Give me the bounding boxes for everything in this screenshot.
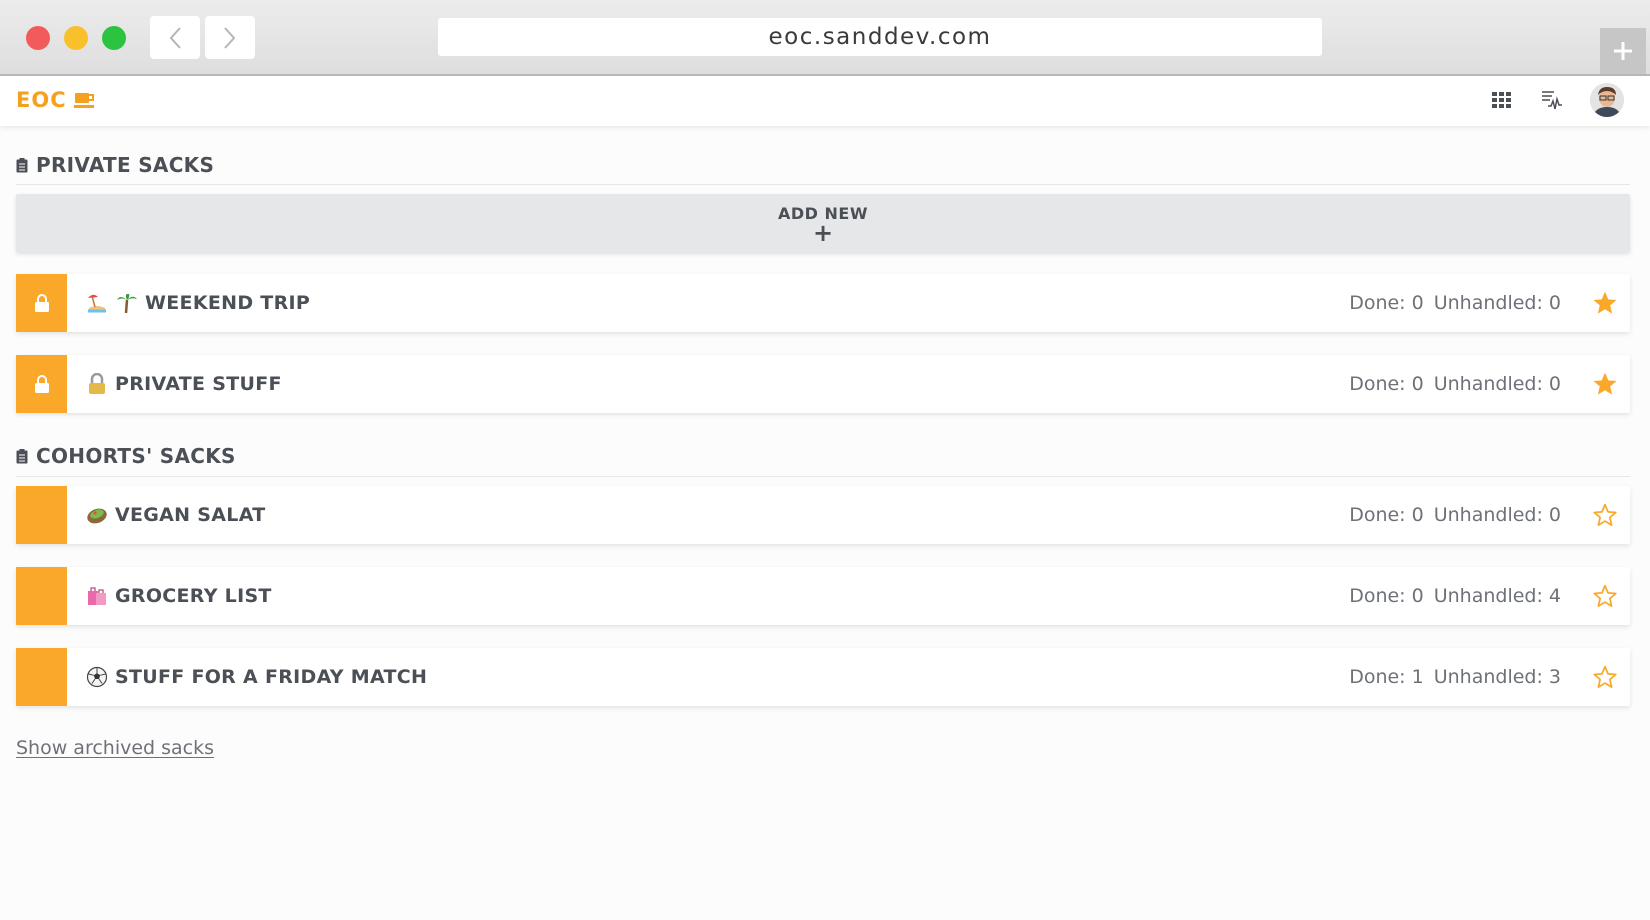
sack-emoji	[86, 372, 108, 396]
sack-name: PRIVATE STUFF	[115, 373, 282, 395]
new-tab-button[interactable]	[1600, 28, 1646, 74]
divider	[16, 476, 1630, 477]
back-button[interactable]	[150, 16, 200, 59]
star-outline-icon[interactable]	[1592, 664, 1618, 690]
private-sacks-heading: PRIVATE SACKS	[16, 153, 214, 177]
sack-color-tag	[16, 274, 67, 332]
section-title-text: COHORTS' SACKS	[36, 444, 236, 468]
divider	[16, 184, 1630, 185]
logo-text: EOC	[16, 88, 67, 112]
star-outline-icon[interactable]	[1592, 583, 1618, 609]
sack-color-tag	[16, 355, 67, 413]
sack-stats: Done: 0 Unhandled: 0	[1349, 274, 1561, 332]
sack-stats: Done: 1 Unhandled: 3	[1349, 648, 1561, 706]
padlock-emoji-icon	[89, 373, 105, 394]
app-logo[interactable]: EOC	[16, 88, 96, 112]
done-count: Done: 0	[1349, 504, 1424, 526]
done-count: Done: 0	[1349, 373, 1424, 395]
sack-emoji	[86, 665, 108, 689]
address-bar[interactable]: eoc.sanddev.com	[438, 18, 1322, 56]
chevron-right-icon	[224, 26, 236, 49]
sack-name: STUFF FOR A FRIDAY MATCH	[115, 666, 428, 688]
palm-tree-icon	[117, 293, 137, 314]
unhandled-count: Unhandled: 0	[1433, 292, 1561, 314]
sack-emoji	[86, 291, 138, 315]
clipboard-icon	[16, 448, 28, 463]
sack-name: WEEKEND TRIP	[145, 292, 311, 314]
minimize-window-button[interactable]	[64, 26, 88, 50]
star-outline-icon[interactable]	[1592, 502, 1618, 528]
sack-color-tag	[16, 648, 67, 706]
done-count: Done: 0	[1349, 292, 1424, 314]
soccer-ball-icon	[86, 666, 108, 688]
unhandled-count: Unhandled: 4	[1433, 585, 1561, 607]
plus-icon: +	[812, 219, 834, 247]
user-avatar[interactable]	[1590, 83, 1624, 117]
coffee-cup-icon	[73, 93, 94, 108]
sack-row[interactable]: PRIVATE STUFF Done: 0 Unhandled: 0	[16, 355, 1630, 413]
star-filled-icon[interactable]	[1592, 290, 1618, 316]
sack-emoji	[86, 503, 108, 527]
done-count: Done: 0	[1349, 585, 1424, 607]
sack-stats: Done: 0 Unhandled: 4	[1349, 567, 1561, 625]
sack-emoji	[86, 584, 108, 608]
close-window-button[interactable]	[26, 26, 50, 50]
unhandled-count: Unhandled: 3	[1433, 666, 1561, 688]
browser-toolbar: eoc.sanddev.com	[0, 0, 1650, 76]
star-filled-icon[interactable]	[1592, 371, 1618, 397]
shopping-bags-icon	[88, 587, 106, 605]
browser-window: eoc.sanddev.com EOC PRIVATE SACKS ADD NE…	[0, 0, 1650, 920]
unhandled-count: Unhandled: 0	[1433, 373, 1561, 395]
salad-bowl-icon	[87, 508, 107, 524]
add-new-sack-button[interactable]: ADD NEW +	[16, 194, 1630, 252]
sack-name: VEGAN SALAT	[115, 504, 266, 526]
unhandled-count: Unhandled: 0	[1433, 504, 1561, 526]
sack-row[interactable]: GROCERY LIST Done: 0 Unhandled: 4	[16, 567, 1630, 625]
activity-chart-icon[interactable]	[1541, 89, 1563, 111]
apps-grid-icon[interactable]	[1491, 89, 1511, 109]
forward-button[interactable]	[205, 16, 255, 59]
app-header: EOC	[0, 76, 1650, 126]
cohorts-sacks-heading: COHORTS' SACKS	[16, 444, 236, 468]
lock-icon	[34, 375, 49, 393]
sack-stats: Done: 0 Unhandled: 0	[1349, 355, 1561, 413]
beach-icon	[88, 294, 106, 313]
done-count: Done: 1	[1349, 666, 1424, 688]
section-title-text: PRIVATE SACKS	[36, 153, 215, 177]
maximize-window-button[interactable]	[102, 26, 126, 50]
chevron-left-icon	[169, 26, 181, 49]
sack-color-tag	[16, 567, 67, 625]
lock-icon	[34, 294, 49, 312]
sack-row[interactable]: WEEKEND TRIP Done: 0 Unhandled: 0	[16, 274, 1630, 332]
plus-icon	[1614, 42, 1632, 60]
sack-row[interactable]: VEGAN SALAT Done: 0 Unhandled: 0	[16, 486, 1630, 544]
sack-stats: Done: 0 Unhandled: 0	[1349, 486, 1561, 544]
sack-row[interactable]: STUFF FOR A FRIDAY MATCH Done: 1 Unhandle…	[16, 648, 1630, 706]
clipboard-icon	[16, 157, 28, 172]
sack-name: GROCERY LIST	[115, 585, 272, 607]
avatar-image	[1590, 83, 1624, 117]
show-archived-sacks-link[interactable]: Show archived sacks	[16, 737, 214, 759]
sack-color-tag	[16, 486, 67, 544]
